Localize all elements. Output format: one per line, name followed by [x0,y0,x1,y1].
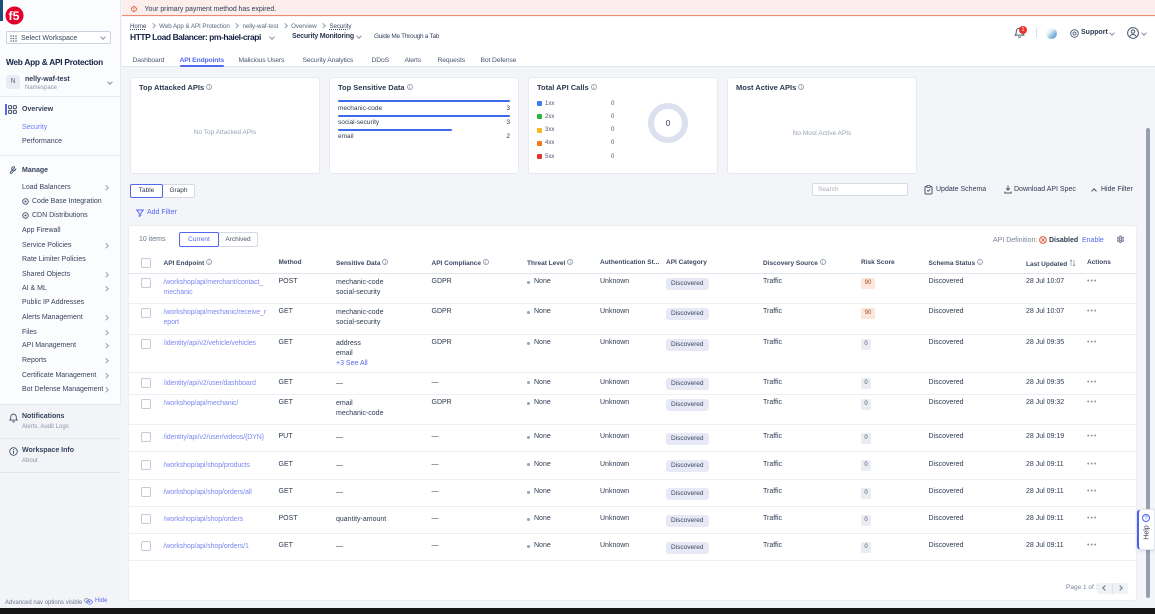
svg-text:f5: f5 [9,9,20,23]
